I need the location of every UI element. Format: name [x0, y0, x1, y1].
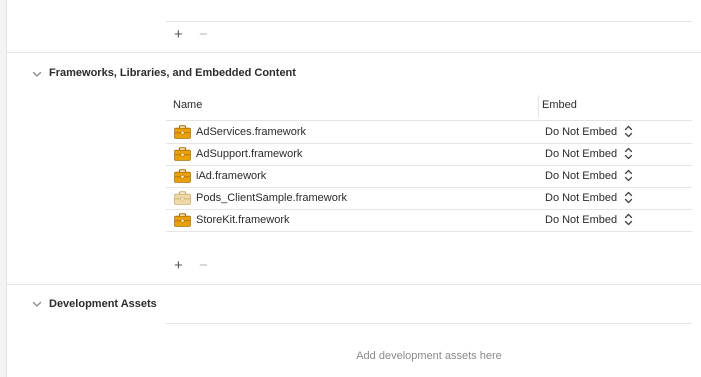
table-row[interactable]: StoreKit.framework Do Not Embed [166, 209, 692, 232]
framework-toolbox-faded-icon [174, 191, 191, 205]
embed-popup-button[interactable]: Do Not Embed [545, 192, 617, 204]
embed-popup-button[interactable]: Do Not Embed [545, 214, 617, 226]
up-down-chevron-icon[interactable] [624, 147, 633, 160]
framework-add-button[interactable]: + [174, 258, 183, 273]
up-down-chevron-icon[interactable] [624, 213, 633, 226]
embed-popup-button[interactable]: Do Not Embed [545, 170, 617, 182]
section-divider [6, 52, 701, 53]
column-header-name[interactable]: Name [173, 99, 202, 111]
section-title-frameworks: Frameworks, Libraries, and Embedded Cont… [49, 67, 296, 79]
chevron-down-icon[interactable] [31, 298, 43, 310]
up-down-chevron-icon[interactable] [624, 191, 633, 204]
framework-name: AdServices.framework [196, 126, 307, 138]
window-left-edge [0, 0, 7, 377]
framework-name: iAd.framework [196, 170, 267, 182]
framework-toolbox-icon [174, 213, 191, 227]
top-add-button[interactable]: + [174, 27, 183, 42]
table-row[interactable]: AdServices.framework Do Not Embed [166, 121, 692, 144]
framework-name: Pods_ClientSample.framework [196, 192, 348, 204]
up-down-chevron-icon[interactable] [624, 169, 633, 182]
up-down-chevron-icon[interactable] [624, 125, 633, 138]
chevron-down-icon[interactable] [31, 68, 43, 80]
column-separator [538, 95, 539, 117]
framework-toolbox-icon [174, 169, 191, 183]
assets-list-divider [166, 323, 692, 324]
embed-popup-button[interactable]: Do Not Embed [545, 148, 617, 160]
embed-popup-button[interactable]: Do Not Embed [545, 126, 617, 138]
assets-placeholder-text: Add development assets here [356, 350, 502, 362]
framework-name: AdSupport.framework [196, 148, 303, 160]
framework-name: StoreKit.framework [196, 214, 290, 226]
framework-remove-button[interactable]: − [199, 258, 208, 273]
table-row[interactable]: AdSupport.framework Do Not Embed [166, 143, 692, 166]
framework-toolbox-icon [174, 147, 191, 161]
section-title-development-assets: Development Assets [49, 298, 157, 310]
table-row[interactable]: Pods_ClientSample.framework Do Not Embed [166, 187, 692, 210]
column-header-embed[interactable]: Embed [542, 99, 577, 111]
top-remove-button[interactable]: − [199, 27, 208, 42]
framework-toolbox-icon [174, 125, 191, 139]
section-divider [6, 284, 701, 285]
top-list-divider [166, 21, 692, 22]
table-row[interactable]: iAd.framework Do Not Embed [166, 165, 692, 188]
